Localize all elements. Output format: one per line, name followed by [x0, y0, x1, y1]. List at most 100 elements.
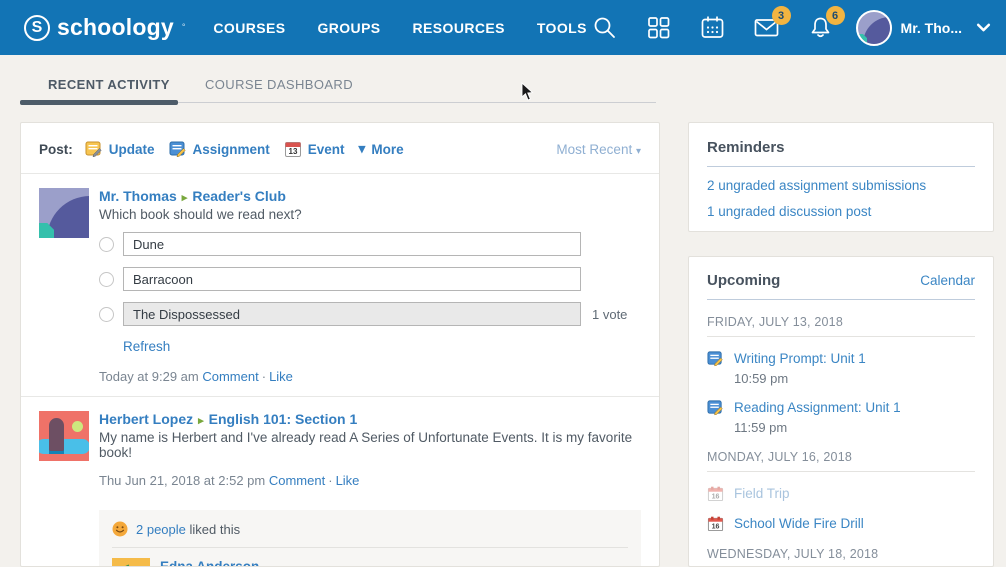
post-label: Post: [39, 142, 73, 157]
event-link[interactable]: Reading Assignment: Unit 1 [734, 400, 901, 415]
top-navbar: S schoology ° COURSES GROUPS RESOURCES T… [0, 0, 1006, 55]
svg-text:16: 16 [712, 492, 720, 500]
liked-suffix: liked this [190, 522, 241, 537]
divider [707, 299, 975, 300]
comments-section: 2 people liked this Edna Anderson I've r… [99, 510, 641, 567]
upcoming-event: Reading Assignment: Unit 1 [707, 399, 975, 416]
post-event-button[interactable]: 13 Event [284, 140, 345, 158]
poll-post: Mr. Thomas ▸ Reader's Club Which book shou… [21, 174, 659, 396]
post-update-button[interactable]: Update [85, 140, 155, 158]
activity-feed-card: Post: Update Assignment 13 Event ▾ More … [20, 122, 660, 567]
poll-radio[interactable] [99, 272, 114, 287]
nav-groups[interactable]: GROUPS [317, 20, 380, 36]
reminders-card: Reminders 2 ungraded assignment submissi… [688, 122, 994, 232]
sort-caret-icon: ▾ [636, 146, 641, 157]
poll-option-row: The Dispossessed 1 vote [99, 302, 641, 326]
assignment-icon [707, 350, 724, 367]
calendar-link[interactable]: Calendar [920, 273, 975, 288]
post-timestamp: Thu Jun 21, 2018 at 2:52 pm [99, 473, 265, 488]
post-meta: Thu Jun 21, 2018 at 2:52 pm Comment·Like [99, 473, 641, 488]
trademark-mark: ° [182, 22, 186, 32]
comment: Edna Anderson I've read it too, I LOVE I… [112, 558, 628, 567]
poll-refresh-link[interactable]: Refresh [123, 339, 170, 354]
reminders-title: Reminders [707, 139, 975, 156]
poll-options: Dune Barracoon The Dispossessed 1 vote [99, 232, 641, 326]
search-icon[interactable] [591, 14, 618, 41]
herbert-lopez-avatar[interactable] [39, 411, 89, 461]
activity-tabs: RECENT ACTIVITY COURSE DASHBOARD [20, 74, 656, 106]
nav-resources[interactable]: RESOURCES [413, 20, 505, 36]
event-time: 10:59 pm [734, 371, 975, 386]
nav-icon-group: 3 6 [591, 14, 834, 41]
post-more-button[interactable]: ▾ More [359, 141, 404, 157]
smiley-icon [112, 521, 128, 537]
comment-author-link[interactable]: Edna Anderson [160, 559, 259, 567]
svg-text:16: 16 [712, 522, 720, 530]
text-post: Herbert Lopez▸English 101: Section 1 My … [21, 396, 659, 500]
course-link[interactable]: Reader's Club [192, 188, 286, 204]
poll-option-barracoon[interactable]: Barracoon [123, 267, 581, 291]
poll-option-dispossessed[interactable]: The Dispossessed [123, 302, 581, 326]
chevron-down-icon [975, 19, 992, 36]
breadcrumb-arrow-icon: ▸ [182, 192, 188, 204]
event-link[interactable]: School Wide Fire Drill [734, 516, 864, 531]
breadcrumb: Herbert Lopez▸English 101: Section 1 [99, 411, 641, 427]
calendar-date-icon: 16 [707, 515, 724, 532]
post-composer: Post: Update Assignment 13 Event ▾ More … [21, 123, 659, 174]
divider [707, 166, 975, 167]
svg-text:13: 13 [288, 147, 297, 156]
poll-radio[interactable] [99, 237, 114, 252]
notifications-bell-icon[interactable]: 6 [807, 14, 834, 41]
like-link[interactable]: Like [269, 369, 293, 384]
poll-radio[interactable] [99, 307, 114, 322]
notifications-badge: 6 [826, 6, 845, 25]
tab-course-dashboard[interactable]: COURSE DASHBOARD [205, 77, 353, 92]
upcoming-event: Writing Prompt: Unit 1 [707, 350, 975, 367]
post-assignment-button[interactable]: Assignment [169, 140, 270, 158]
day-header: MONDAY, JULY 16, 2018 [707, 450, 975, 464]
post-body-text: My name is Herbert and I've already read… [99, 430, 641, 460]
mr-thomas-avatar[interactable] [39, 188, 89, 238]
event-link[interactable]: Writing Prompt: Unit 1 [734, 351, 866, 366]
primary-nav: COURSES GROUPS RESOURCES TOOLS [213, 20, 586, 36]
upcoming-event: 16 School Wide Fire Drill [707, 515, 975, 532]
author-link[interactable]: Mr. Thomas [99, 188, 177, 204]
upcoming-title: Upcoming [707, 272, 780, 289]
like-link[interactable]: Like [336, 473, 360, 488]
comment-link[interactable]: Comment [202, 369, 258, 384]
assignment-icon [169, 140, 187, 158]
post-assignment-label: Assignment [193, 142, 270, 157]
schoology-logo[interactable]: S schoology ° [24, 14, 185, 41]
messages-icon[interactable]: 3 [753, 14, 780, 41]
user-avatar [856, 10, 892, 46]
edna-anderson-avatar[interactable] [112, 558, 150, 567]
course-link[interactable]: English 101: Section 1 [209, 411, 358, 427]
sort-dropdown[interactable]: Most Recent ▾ [556, 142, 641, 157]
post-meta: Today at 9:29 am Comment·Like [99, 369, 641, 384]
apps-grid-icon[interactable] [645, 14, 672, 41]
nav-tools[interactable]: TOOLS [537, 20, 587, 36]
tab-recent-activity[interactable]: RECENT ACTIVITY [48, 77, 170, 92]
divider [707, 471, 975, 472]
update-icon [85, 140, 103, 158]
poll-question: Which book should we read next? [99, 207, 641, 222]
author-link[interactable]: Herbert Lopez [99, 411, 193, 427]
schoology-s-icon: S [24, 15, 50, 41]
calendar-icon[interactable] [699, 14, 726, 41]
nav-courses[interactable]: COURSES [213, 20, 285, 36]
liked-by-link[interactable]: 2 people [136, 522, 186, 537]
ungraded-discussion-link[interactable]: 1 ungraded discussion post [707, 204, 975, 219]
comment-link[interactable]: Comment [269, 473, 325, 488]
poll-option-row: Dune [99, 232, 641, 256]
event-time: 11:59 pm [734, 420, 975, 435]
poll-option-dune[interactable]: Dune [123, 232, 581, 256]
breadcrumb: Mr. Thomas ▸ Reader's Club [99, 188, 641, 204]
caret-down-icon: ▾ [359, 141, 366, 157]
divider [112, 547, 628, 548]
ungraded-assignments-link[interactable]: 2 ungraded assignment submissions [707, 178, 975, 193]
upcoming-event: 16 Field Trip [707, 485, 975, 502]
event-link[interactable]: Field Trip [734, 486, 790, 501]
active-tab-indicator [20, 100, 178, 105]
post-timestamp: Today at 9:29 am [99, 369, 199, 384]
user-menu[interactable]: Mr. Tho... [856, 10, 992, 46]
